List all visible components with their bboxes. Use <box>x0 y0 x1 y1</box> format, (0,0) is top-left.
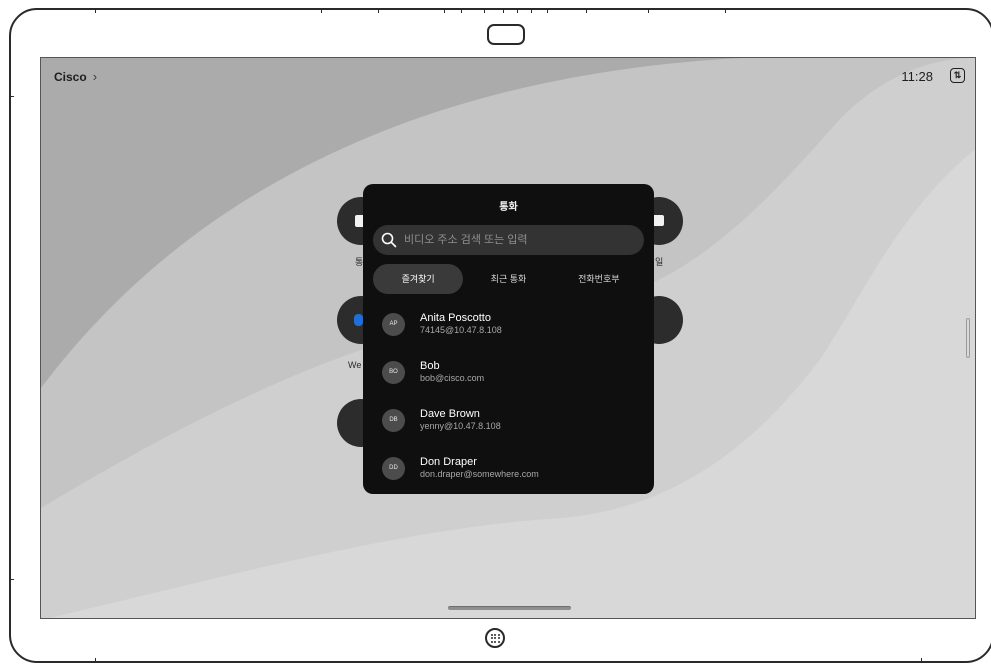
contact-item[interactable]: DD Don Draper don.draper@somewhere.com <box>382 456 539 480</box>
contact-item[interactable]: BO Bob bob@cisco.com <box>382 360 484 384</box>
home-button[interactable] <box>485 628 505 648</box>
avatar: AP <box>382 312 405 336</box>
app-label-files: 일 <box>655 257 664 267</box>
bezel-tick <box>95 8 96 13</box>
search-input[interactable] <box>402 233 626 247</box>
contact-address: bob@cisco.com <box>420 373 485 383</box>
contact-name: Anita Poscotto <box>420 312 491 324</box>
avatar: DD <box>382 456 405 480</box>
tab-favorites[interactable]: 즐겨찾기 <box>373 264 464 294</box>
bezel-tick <box>444 8 445 13</box>
bezel-tick <box>95 658 96 663</box>
bezel-tick <box>484 8 485 13</box>
swap-icon[interactable]: ⇅ <box>950 68 965 83</box>
bezel-tick <box>503 8 504 13</box>
bezel-tick <box>921 658 922 663</box>
search-field[interactable] <box>373 225 644 255</box>
home-indicator[interactable] <box>448 606 571 610</box>
bezel-tick <box>321 8 322 13</box>
panel-title: 통화 <box>499 202 518 213</box>
contact-name: Dave Brown <box>420 408 480 420</box>
bezel-tick <box>517 8 518 13</box>
bezel-tick <box>547 8 548 13</box>
contact-name: Don Draper <box>420 456 477 468</box>
app-label-webex: We <box>348 360 362 370</box>
contact-item[interactable]: DB Dave Brown yenny@10.47.8.108 <box>382 408 501 432</box>
contact-address: 74145@10.47.8.108 <box>420 325 502 335</box>
bezel-tick <box>461 8 462 13</box>
bezel-tick <box>725 8 726 13</box>
bezel-tick <box>531 8 532 13</box>
chevron-right-icon: › <box>92 69 98 84</box>
bezel-tick <box>378 8 379 13</box>
tab-directory[interactable]: 전화번호부 <box>554 264 644 294</box>
bezel-tick <box>586 8 587 13</box>
bezel-tick <box>9 96 14 97</box>
contact-item[interactable]: AP Anita Poscotto 74145@10.47.8.108 <box>382 312 502 336</box>
brand-label: Cisco <box>54 69 87 84</box>
webex-icon <box>354 314 363 326</box>
call-panel: 통화 즐겨찾기 최근 통화 전화번호부 AP Anita Poscotto 74… <box>363 184 654 494</box>
avatar: BO <box>382 360 405 384</box>
bezel-tick <box>9 579 14 580</box>
search-icon <box>380 231 398 249</box>
bezel-tick <box>648 8 649 13</box>
contact-name: Bob <box>420 360 440 372</box>
contact-address: don.draper@somewhere.com <box>420 469 539 479</box>
camera-icon <box>487 24 525 45</box>
side-handle[interactable] <box>966 318 970 358</box>
tab-recent-calls[interactable]: 최근 통화 <box>463 264 553 294</box>
avatar: DB <box>382 408 405 432</box>
tab-bar: 즐겨찾기 최근 통화 전화번호부 <box>373 264 644 294</box>
contact-address: yenny@10.47.8.108 <box>420 421 501 431</box>
grid-icon <box>490 633 500 643</box>
clock: 11:28 <box>901 69 933 84</box>
breadcrumb[interactable]: Cisco › <box>54 69 97 84</box>
